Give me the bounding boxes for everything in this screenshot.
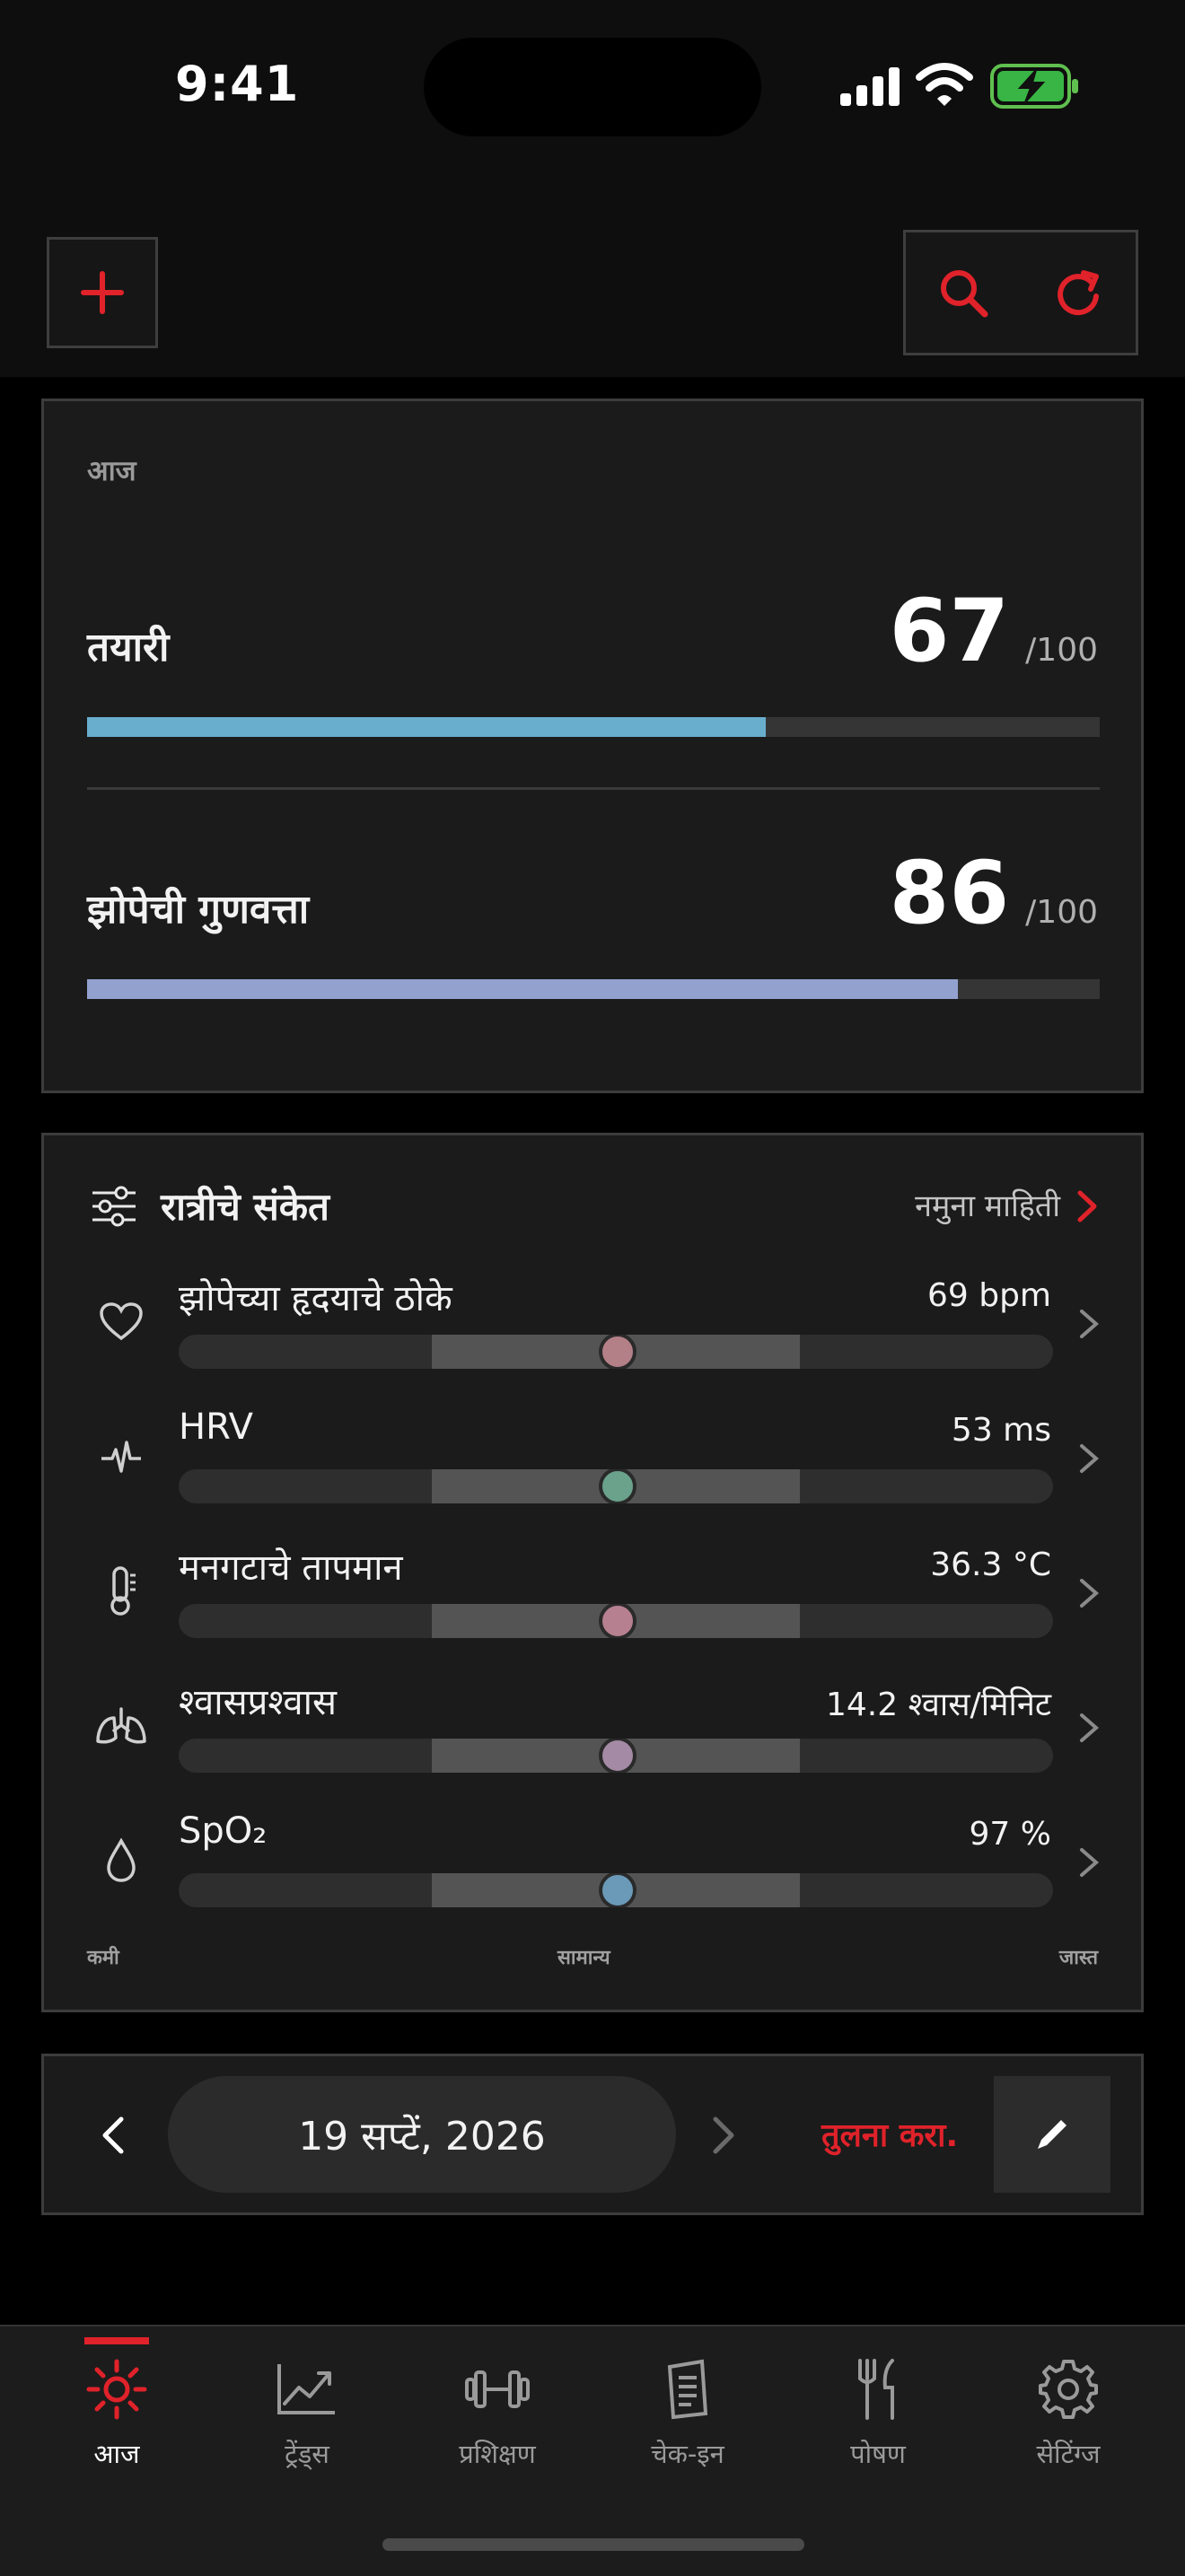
chevron-right-icon[interactable]	[710, 2116, 737, 2155]
dynamic-island	[424, 38, 761, 136]
signal-icon	[840, 67, 900, 106]
chevron-right-icon[interactable]	[1076, 1441, 1103, 1476]
plus-icon	[81, 271, 124, 314]
tab-label: पोषण	[850, 2439, 906, 2469]
signal-range-bar	[179, 1335, 1053, 1369]
readiness-bar	[87, 717, 1100, 737]
night-signals-card: रात्रीचे संकेत नमुना माहिती झोपेच्या हृद…	[41, 1133, 1144, 2012]
readiness-bar-fill	[87, 717, 766, 737]
signal-row-label: श्वासप्रश्वास	[179, 1682, 338, 1723]
sleep-quality-bar-fill	[87, 979, 959, 999]
search-icon[interactable]	[936, 266, 990, 320]
active-tab-indicator	[84, 2337, 149, 2344]
readiness-max: /100	[1025, 632, 1098, 669]
tab-today[interactable]: आज	[22, 2326, 212, 2488]
signal-row-label: झोपेच्या हृदयाचे ठोके	[179, 1278, 452, 1319]
readiness-label: तयारी	[87, 625, 170, 670]
tab-nutrition[interactable]: पोषण	[783, 2326, 973, 2488]
signal-row-value: 97 %	[969, 1816, 1051, 1853]
chevron-left-icon[interactable]	[100, 2116, 127, 2155]
signal-range-bar	[179, 1469, 1053, 1503]
sleep-quality-max: /100	[1025, 894, 1098, 931]
signal-marker-dot	[599, 1873, 636, 1907]
today-card: आज तयारी 67 /100 झोपेची गुणवत्ता 86 /100	[41, 399, 1144, 1093]
signal-marker-dot	[599, 1335, 636, 1369]
notebook-icon	[652, 2353, 724, 2425]
sun-icon	[81, 2353, 153, 2425]
signal-row-value: 53 ms	[951, 1412, 1051, 1449]
sleep-quality-score: 86 /100	[890, 843, 1098, 943]
tab-label: सेटिंग्ज	[1036, 2439, 1101, 2469]
signal-marker-dot	[599, 1739, 636, 1773]
signal-range-bar	[179, 1604, 1053, 1638]
chevron-right-icon[interactable]	[1076, 1306, 1103, 1342]
readiness-score: 67 /100	[890, 581, 1098, 681]
tab-training[interactable]: प्रशिक्षण	[402, 2326, 592, 2488]
night-signals-title: रात्रीचे संकेत	[161, 1185, 329, 1229]
edit-button[interactable]	[994, 2076, 1110, 2193]
drop-icon	[94, 1834, 148, 1888]
chevron-right-icon[interactable]	[1076, 1575, 1103, 1611]
selected-date: 19 सप्टें, 2026	[298, 2114, 546, 2160]
scale-high-label: जास्त	[1058, 1947, 1098, 1969]
date-selector[interactable]: 19 सप्टें, 2026	[168, 2076, 676, 2193]
sleep-quality-label: झोपेची गुणवत्ता	[87, 887, 310, 933]
signal-row-label: मनगटाचे तापमान	[179, 1547, 403, 1589]
tab-label: प्रशिक्षण	[459, 2439, 536, 2469]
thermometer-icon	[94, 1564, 148, 1618]
sample-info-link[interactable]: नमुना माहिती	[915, 1184, 1060, 1225]
pulse-icon	[94, 1430, 148, 1484]
signal-row-label: HRV	[179, 1406, 254, 1448]
scale-low-label: कमी	[87, 1947, 119, 1969]
tab-trends[interactable]: ट्रेंड्स	[212, 2326, 402, 2488]
signal-marker-dot	[599, 1469, 636, 1503]
signal-row-value: 14.2 श्वास/मिनिट	[825, 1687, 1051, 1723]
scale-normal-label: सामान्य	[557, 1947, 610, 1969]
lungs-icon	[94, 1699, 148, 1753]
sleep-quality-value: 86	[889, 843, 1010, 943]
fork-knife-icon	[842, 2353, 914, 2425]
tab-label: ट्रेंड्स	[285, 2439, 329, 2469]
signal-marker-dot	[599, 1604, 636, 1638]
wifi-icon	[916, 63, 973, 106]
header-action-group	[903, 230, 1138, 355]
trend-chart-icon	[271, 2353, 343, 2425]
gear-icon	[1032, 2353, 1104, 2425]
status-time: 9:41	[175, 56, 300, 112]
chevron-right-icon[interactable]	[1076, 1189, 1098, 1223]
tab-check-in[interactable]: चेक-इन	[592, 2326, 783, 2488]
dumbbell-icon	[461, 2353, 533, 2425]
pencil-icon	[1038, 2120, 1066, 2149]
signal-row-value: 36.3 °C	[930, 1546, 1051, 1583]
today-divider	[87, 787, 1100, 790]
chevron-right-icon[interactable]	[1076, 1710, 1103, 1746]
signal-row-label: SpO₂	[179, 1810, 268, 1852]
signal-row-value: 69 bpm	[926, 1277, 1051, 1314]
date-navigation-card: 19 सप्टें, 2026 तुलना करा.	[41, 2054, 1144, 2215]
tab-label: चेक-इन	[651, 2439, 724, 2469]
tab-label: आज	[93, 2439, 140, 2469]
sleep-quality-bar	[87, 979, 1100, 999]
heart-icon	[94, 1295, 148, 1349]
tab-settings[interactable]: सेटिंग्ज	[973, 2326, 1163, 2488]
today-label: आज	[87, 455, 136, 487]
signal-range-bar	[179, 1873, 1053, 1907]
signal-range-bar	[179, 1739, 1053, 1773]
refresh-icon[interactable]	[1051, 266, 1105, 320]
home-indicator	[382, 2538, 804, 2551]
readiness-value: 67	[889, 581, 1010, 681]
add-button[interactable]	[47, 237, 158, 348]
compare-button[interactable]: तुलना करा.	[821, 2112, 958, 2156]
sliders-icon	[92, 1186, 136, 1227]
battery-icon	[990, 64, 1078, 109]
chevron-right-icon[interactable]	[1076, 1844, 1103, 1880]
